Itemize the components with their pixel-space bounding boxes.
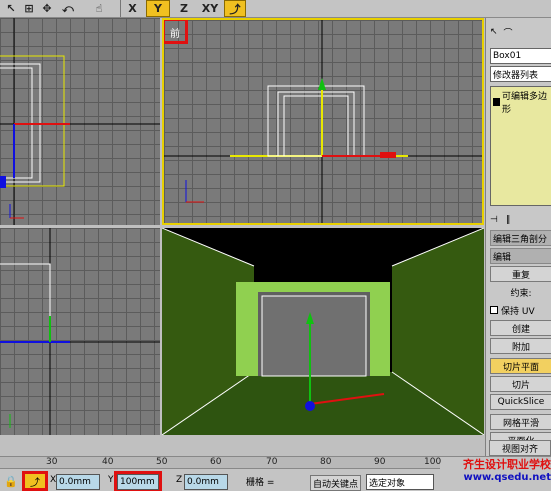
- logo-name: 齐生设计职业学校: [463, 458, 551, 471]
- tool-icon[interactable]: ↖: [4, 0, 18, 17]
- rollout-edit-triangulation[interactable]: 编辑三角剖分: [490, 230, 551, 246]
- keep-uv-label: 保持 UV: [501, 306, 535, 317]
- move-icon[interactable]: ✥: [40, 0, 54, 17]
- view-align-button[interactable]: 视图对齐: [489, 440, 551, 456]
- logo-url: www.qsedu.net: [463, 472, 551, 483]
- axis-z-button[interactable]: Z: [172, 0, 196, 17]
- z-field[interactable]: 0.0mm: [184, 474, 228, 490]
- ruler-tick: 100: [424, 457, 442, 467]
- quickslice-button[interactable]: QuickSlice: [490, 394, 551, 410]
- viewport-left[interactable]: [0, 228, 160, 435]
- modifier-stack: 可编辑多边形: [490, 86, 551, 206]
- y-label: Y: [108, 475, 114, 485]
- selection-dropdown[interactable]: 选定对象: [366, 474, 434, 490]
- command-panel: ↖ ⌒ Box01 修改器列表 可编辑多边形 ⊣ ‖ 编辑三角剖分 编辑 重复 …: [485, 18, 551, 456]
- mesh-smooth-button[interactable]: 网格平滑: [490, 414, 551, 430]
- ruler-tick: 70: [266, 457, 278, 467]
- constraint-icon[interactable]: ⤴: [224, 0, 246, 17]
- keep-uv-checkbox[interactable]: 保持 UV: [490, 302, 551, 318]
- ruler-tick: 40: [102, 457, 114, 467]
- object-name-field[interactable]: Box01: [490, 48, 551, 64]
- attach-button[interactable]: 附加: [490, 338, 551, 354]
- absolute-mode-icon[interactable]: ⤴: [22, 471, 48, 491]
- watermark-logo: 齐生设计职业学校 www.qsedu.net: [445, 458, 551, 484]
- ruler-tick: 50: [156, 457, 168, 467]
- stack-item[interactable]: 可编辑多边形: [491, 87, 551, 117]
- viewport-perspective[interactable]: [162, 228, 484, 435]
- checkbox-icon[interactable]: [490, 306, 498, 314]
- axis-x-button[interactable]: X: [120, 0, 144, 17]
- panel-tabs: ↖ ⌒: [490, 22, 551, 42]
- stack-tools: ⊣ ‖: [490, 212, 551, 228]
- viewport-front[interactable]: 前: [162, 18, 484, 225]
- lock-icon[interactable]: 🔒: [4, 475, 18, 488]
- slice-plane-button[interactable]: 切片平面: [490, 358, 551, 374]
- autokey-button[interactable]: 自动关键点: [310, 475, 362, 491]
- modify-tab-icon[interactable]: ⌒: [504, 26, 513, 39]
- repeat-button[interactable]: 重复: [490, 266, 551, 282]
- pin-icon[interactable]: ⊣: [490, 215, 498, 225]
- perspective-geometry: [162, 228, 484, 435]
- ruler-tick: 30: [46, 457, 58, 467]
- time-ruler[interactable]: 30 40 50 60 70 80 90 100: [0, 457, 442, 469]
- top-view-geometry: [0, 18, 160, 225]
- axis-xy-button[interactable]: XY: [198, 0, 222, 17]
- axis-y-button[interactable]: Y: [146, 0, 170, 17]
- show-end-icon[interactable]: ‖: [506, 215, 511, 225]
- front-view-geometry: [164, 20, 482, 223]
- create-button[interactable]: 创建: [490, 320, 551, 336]
- viewport-top[interactable]: [0, 18, 160, 225]
- ruler-tick: 80: [320, 457, 332, 467]
- create-tab-icon[interactable]: ↖: [490, 27, 498, 37]
- expand-icon[interactable]: [493, 98, 500, 106]
- ruler-tick: 60: [210, 457, 222, 467]
- main-toolbar: ↖ ⊞ ✥ ⤺ ☝ X Y Z XY ⤴: [0, 0, 551, 18]
- rotate-icon[interactable]: ⤺: [60, 0, 76, 17]
- slice-button[interactable]: 切片: [490, 376, 551, 392]
- app-window: { "toolbar": { "axis_buttons": ["X", "Y"…: [0, 0, 551, 491]
- x-field[interactable]: 0.0mm: [56, 474, 100, 490]
- rollout-edit[interactable]: 编辑: [490, 248, 551, 264]
- grid-label: 栅格 =: [246, 478, 275, 488]
- select-icon[interactable]: ⊞: [22, 0, 36, 17]
- highlight-box: [164, 20, 188, 44]
- modifier-list-dropdown[interactable]: 修改器列表: [490, 66, 551, 82]
- left-view-geometry: [0, 228, 160, 435]
- y-field[interactable]: 100mm: [117, 474, 159, 490]
- z-label: Z: [176, 475, 183, 485]
- ruler-tick: 90: [374, 457, 386, 467]
- pointer-icon[interactable]: ☝: [92, 0, 106, 17]
- stack-item-label: 可编辑多边形: [501, 92, 547, 115]
- constraint-label: 约束:: [510, 288, 532, 299]
